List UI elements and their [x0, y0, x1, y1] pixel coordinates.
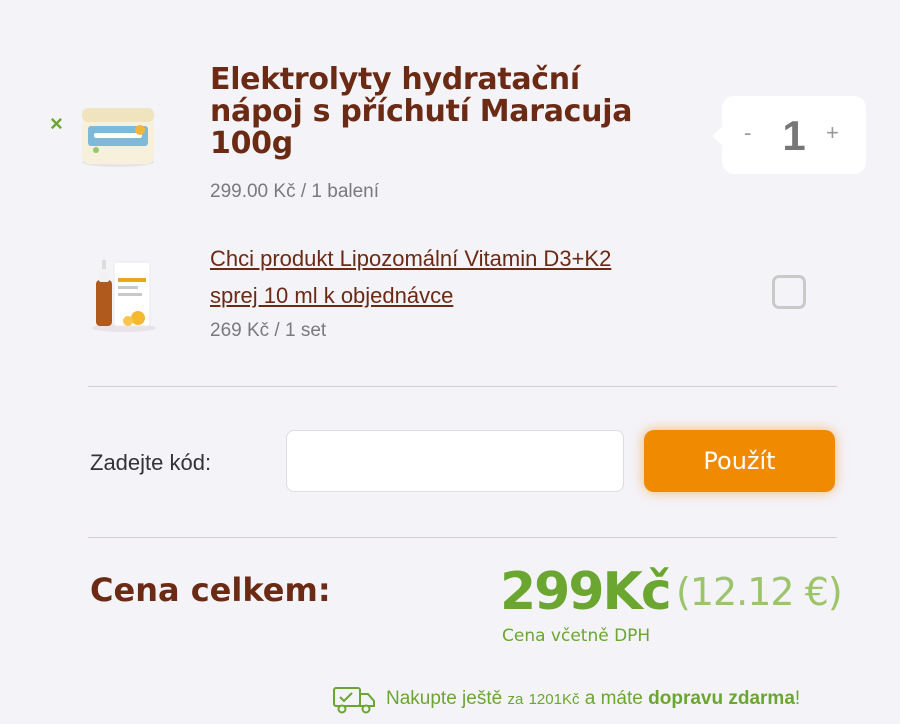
vat-note: Cena včetně DPH: [502, 626, 651, 646]
apply-coupon-button[interactable]: Použít: [644, 430, 835, 492]
total-price-eur: (12.12 €): [676, 570, 843, 614]
product-thumbnail-electrolytes: [82, 108, 154, 167]
remove-item-icon[interactable]: ×: [50, 112, 64, 136]
quantity-value[interactable]: 1: [772, 112, 816, 160]
product-title: Elektrolyty hydratační nápoj s příchutí …: [210, 62, 633, 161]
quantity-plus-button[interactable]: +: [826, 120, 839, 146]
coupon-input[interactable]: [286, 430, 624, 492]
upsell-price: 269 Kč / 1 set: [210, 320, 327, 341]
quantity-minus-button[interactable]: -: [744, 120, 751, 146]
coupon-label: Zadejte kód:: [90, 450, 212, 475]
delivery-truck-icon: [333, 687, 375, 714]
divider: [88, 386, 837, 387]
free-shipping-notice: Nakupte ještě za 1201Kč a máte dopravu z…: [386, 688, 801, 709]
total-price: 299Kč: [500, 562, 672, 622]
upsell-checkbox[interactable]: [772, 275, 806, 309]
product-thumbnail-vitamin-spray: [92, 260, 156, 332]
divider: [88, 537, 837, 538]
upsell-product-link[interactable]: Chci produkt Lipozomální Vitamin D3+K2 s…: [210, 240, 680, 314]
total-label: Cena celkem:: [90, 571, 331, 609]
product-price: 299.00 Kč / 1 balení: [210, 181, 380, 202]
